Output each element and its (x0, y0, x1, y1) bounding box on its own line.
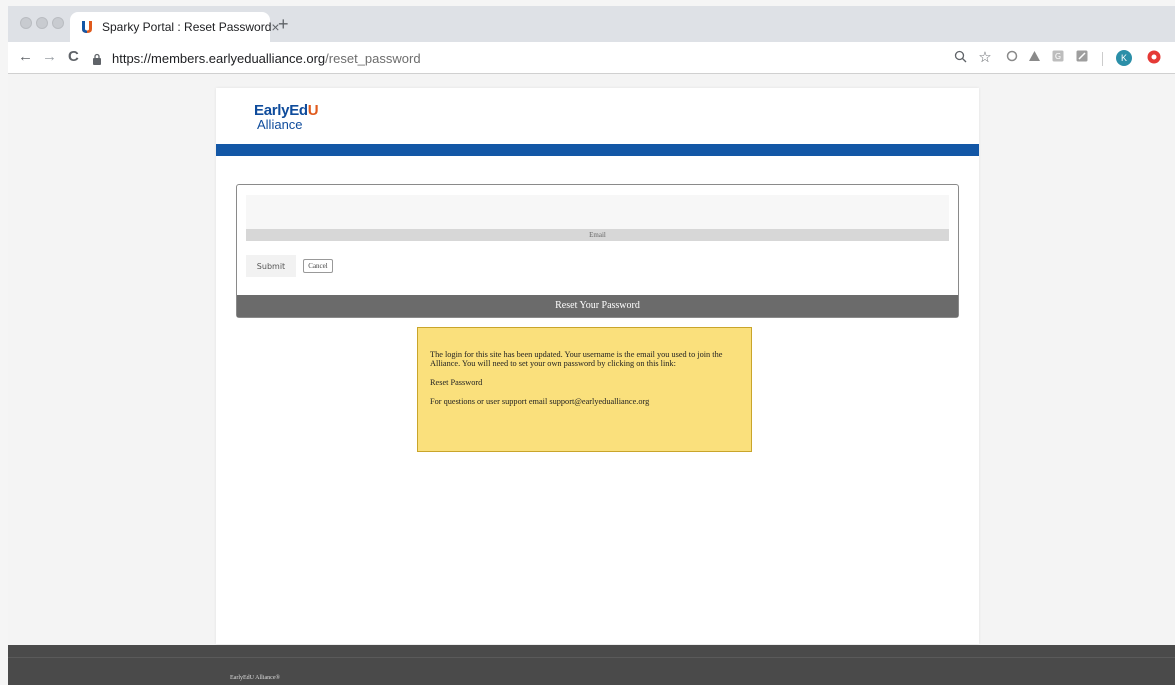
site-footer: EarlyEdU Alliance® (8, 645, 1175, 685)
profile-avatar[interactable]: K (1116, 50, 1132, 66)
footer-divider (8, 657, 1175, 658)
bookmark-star-icon[interactable]: ☆ (977, 50, 993, 66)
header-blue-bar (216, 144, 979, 156)
url-host: https://members.earlyedualliance.org (112, 50, 326, 66)
footer-copyright: EarlyEdU Alliance® (230, 675, 281, 681)
extension-g-icon[interactable]: G (1050, 50, 1066, 66)
new-tab-button[interactable]: + (278, 14, 289, 35)
logo-line2: Alliance (257, 117, 303, 132)
tab-active[interactable]: Sparky Portal : Reset Password × (70, 12, 280, 42)
lock-icon (92, 52, 102, 65)
form-title-bar: Reset Your Password (237, 295, 958, 317)
back-button[interactable]: ← (18, 48, 33, 65)
url-path: /reset_password (325, 50, 421, 66)
earlyedu-logo[interactable]: EarlyEdU Alliance (254, 102, 319, 132)
page-content: EarlyEdU Alliance Email Submit Cancel Re… (8, 74, 1175, 685)
maximize-window-icon[interactable] (52, 17, 64, 29)
browser-toolbar: ← → C https://members.earlyedualliance.o… (8, 42, 1175, 74)
reset-password-form: Email Submit Cancel Reset Your Password (236, 184, 959, 318)
sparky-favicon-icon (80, 20, 94, 34)
support-text: For questions or user support email supp… (430, 397, 650, 406)
address-bar[interactable]: https://members.earlyedualliance.org/res… (92, 46, 892, 70)
extension-cloud-icon[interactable] (1026, 50, 1042, 66)
zoom-icon[interactable] (952, 50, 968, 66)
reset-password-link[interactable]: Reset Password (430, 378, 739, 387)
reload-button[interactable]: C (68, 48, 79, 65)
toolbar-divider (1102, 52, 1103, 66)
extension-edit-icon[interactable] (1074, 50, 1090, 66)
email-label: Email (246, 229, 949, 241)
forward-button[interactable]: → (42, 48, 57, 65)
url-text: https://members.earlyedualliance.org/res… (112, 51, 421, 66)
tab-bar: Sparky Portal : Reset Password × + (8, 6, 1175, 42)
logo-u: U (307, 102, 319, 119)
tab-title: Sparky Portal : Reset Password (102, 20, 272, 34)
extension-red-icon[interactable] (1146, 50, 1162, 66)
extension-circle-icon[interactable] (1004, 50, 1020, 66)
minimize-window-icon[interactable] (36, 17, 48, 29)
cancel-button[interactable]: Cancel (303, 259, 333, 273)
main-card: EarlyEdU Alliance Email Submit Cancel Re… (216, 88, 979, 644)
submit-button[interactable]: Submit (246, 255, 296, 277)
close-window-icon[interactable] (20, 17, 32, 29)
svg-text:G: G (1055, 52, 1061, 61)
email-input[interactable] (246, 195, 949, 229)
login-update-notice: The login for this site has been updated… (417, 327, 752, 452)
notice-message: The login for this site has been updated… (430, 350, 723, 368)
browser-window: Sparky Portal : Reset Password × + ← → C… (8, 6, 1175, 685)
